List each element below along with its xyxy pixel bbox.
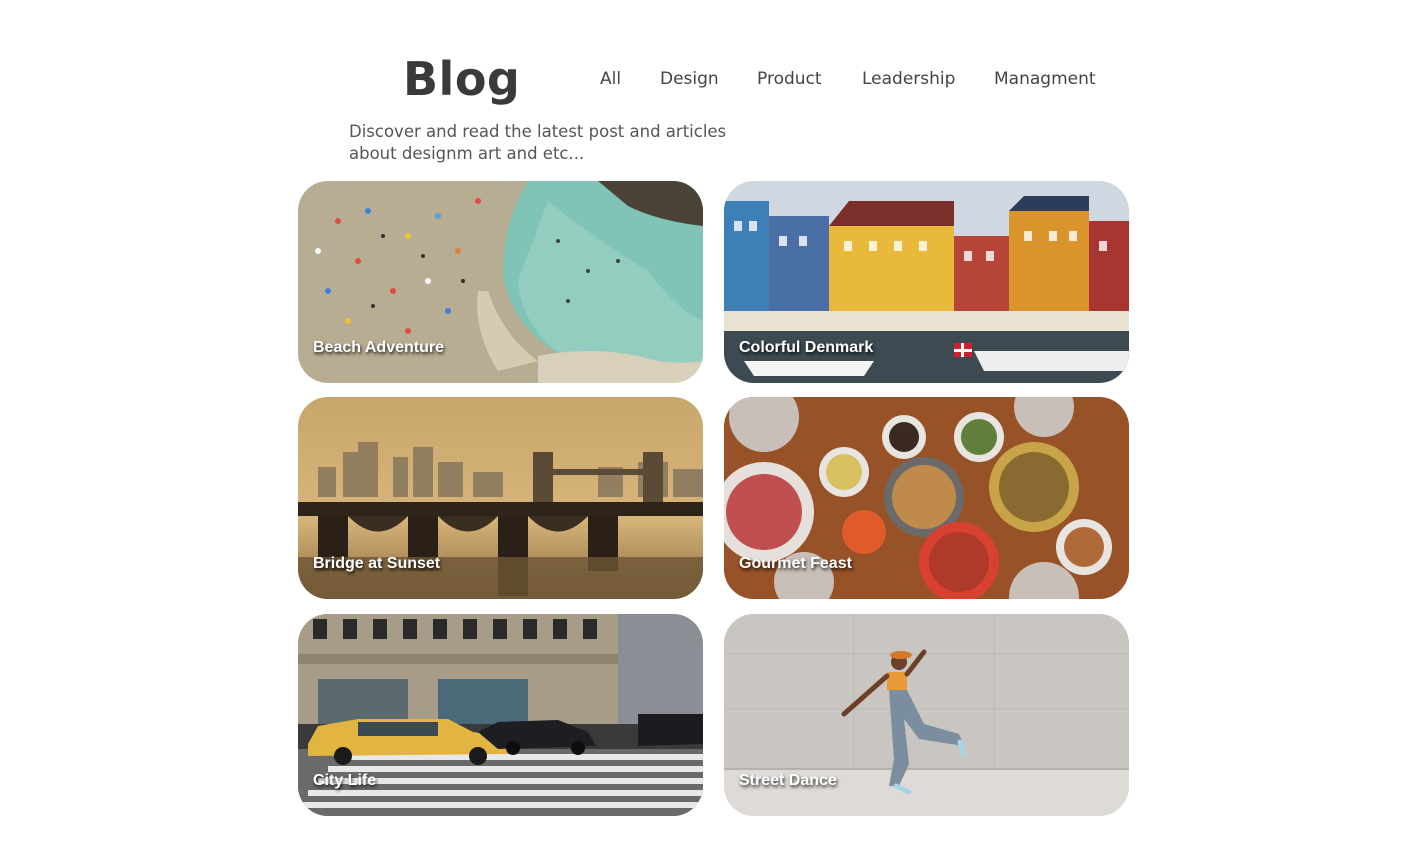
post-title: Bridge at Sunset xyxy=(313,555,441,572)
post-card-bridge-at-sunset[interactable]: Bridge at Sunset xyxy=(298,397,703,599)
post-title: Street Dance xyxy=(739,772,837,789)
post-title: Beach Adventure xyxy=(313,339,444,356)
post-card-beach-adventure[interactable]: Beach Adventure xyxy=(298,181,703,383)
post-card-street-dance[interactable]: Street Dance xyxy=(724,614,1129,816)
post-title: Gourmet Feast xyxy=(739,555,852,572)
nav-item-product[interactable]: Product xyxy=(757,69,822,89)
post-title: Colorful Denmark xyxy=(739,339,874,356)
post-card-gourmet-feast[interactable]: Gourmet Feast xyxy=(724,397,1129,599)
page-title: Blog xyxy=(403,52,521,106)
nav-item-leadership[interactable]: Leadership xyxy=(862,69,955,89)
page-subtitle: Discover and read the latest post and ar… xyxy=(349,122,727,163)
nav-item-design[interactable]: Design xyxy=(660,69,719,89)
nav-item-managment[interactable]: Managment xyxy=(994,69,1096,89)
post-title: City Life xyxy=(313,772,377,789)
nav-item-all[interactable]: All xyxy=(600,69,621,89)
post-card-colorful-denmark[interactable]: Colorful Denmark xyxy=(724,181,1129,383)
post-card-city-life[interactable]: City Life xyxy=(298,614,703,816)
